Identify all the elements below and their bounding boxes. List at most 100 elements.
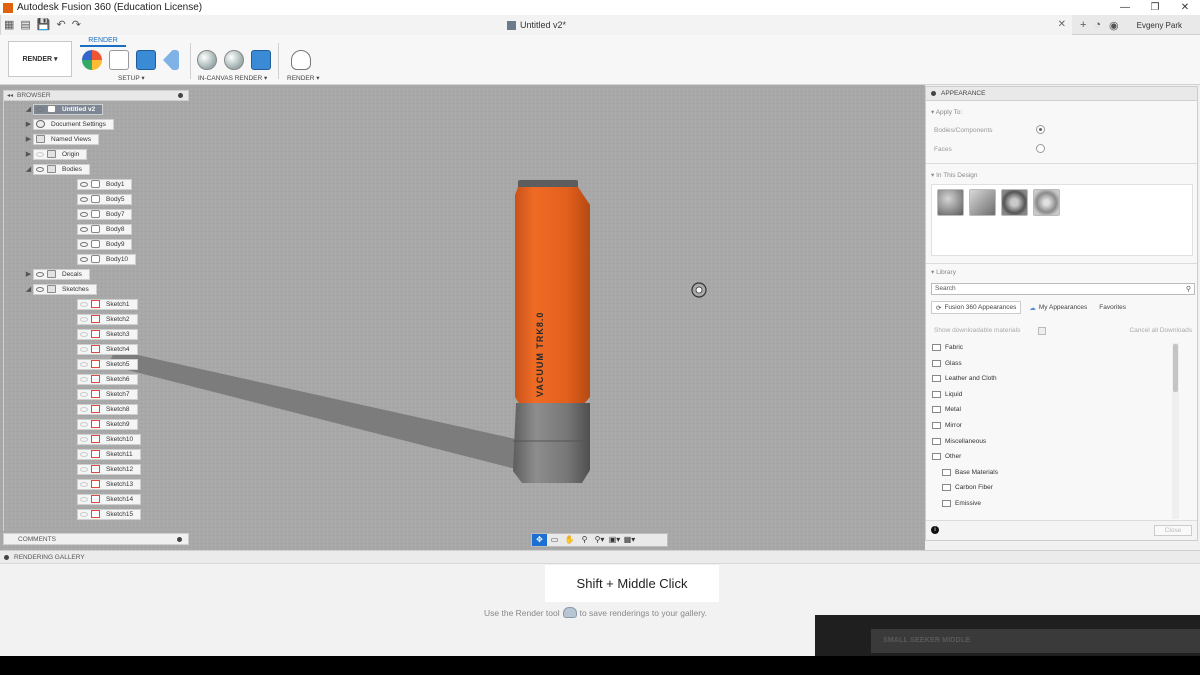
visibility-eye-icon[interactable] [80,421,88,427]
tab-favorites[interactable]: Favorites [1095,301,1130,314]
library-subcategory-item[interactable]: Emissive [942,500,981,507]
new-tab-icon[interactable]: + [1080,19,1086,31]
visibility-eye-icon[interactable] [80,346,88,352]
tree-node-label[interactable]: Decals [33,268,90,280]
tree-node-label[interactable]: Document Settings [33,118,114,130]
visibility-eye-icon[interactable] [80,361,88,367]
library-subcategory-item[interactable]: Carbon Fiber [942,484,993,492]
tree-node-label[interactable]: Sketch15 [77,508,142,520]
sketch-node[interactable]: Sketch6 [26,373,138,385]
document-tab[interactable]: Untitled v2* ✕ [0,15,1072,35]
visibility-eye-icon[interactable] [80,511,88,517]
tree-node-label[interactable]: Body9 [77,238,133,250]
setup-group-label[interactable]: SETUP ▾ [118,74,145,82]
sketch-node[interactable]: Sketch8 [26,403,138,415]
look-at-icon[interactable]: ▭ [547,534,562,546]
visibility-eye-icon[interactable] [36,166,44,172]
tree-node-label[interactable]: Sketch10 [77,433,142,445]
workspace-switcher[interactable]: RENDER ▾ [8,41,72,77]
render-teapot-icon[interactable] [291,50,311,70]
close-tab-icon[interactable]: ✕ [1058,19,1066,30]
in-this-design-section[interactable]: ▾ In This Design [931,171,978,179]
collapse-arrow-icon[interactable]: ◢ [24,285,33,293]
tree-node-label[interactable]: Sketch8 [77,403,138,415]
tree-node-label[interactable]: Sketch4 [77,343,138,355]
file-menu-icon[interactable]: ▤ [20,18,30,31]
comments-add-icon[interactable] [177,537,182,542]
visibility-eye-icon[interactable] [36,286,44,292]
body-node[interactable]: Body10 [26,253,137,265]
visibility-eye-icon[interactable] [80,496,88,502]
library-search-input[interactable]: Search ⚲ [931,283,1195,295]
tree-node-label[interactable]: Body5 [77,193,133,205]
visibility-eye-icon[interactable] [80,451,88,457]
capture-image-icon[interactable] [251,50,271,70]
browser-header[interactable]: ◂◂ BROWSER [3,90,189,101]
tree-node-label[interactable]: Sketch1 [77,298,138,310]
appearance-header[interactable]: APPEARANCE [926,87,1197,101]
rendering-gallery-header[interactable]: RENDERING GALLERY [0,550,1200,564]
tree-node-label[interactable]: Sketch11 [77,448,141,460]
expand-arrow-icon[interactable]: ▶ [24,150,33,158]
bodies-node[interactable]: ◢ Bodies [4,163,90,175]
search-icon[interactable]: ⚲ [1186,285,1191,295]
appearance-swatch-metal[interactable] [937,189,964,216]
visibility-eye-icon[interactable] [80,316,88,322]
library-category-item[interactable]: Liquid [932,390,962,398]
body-node[interactable]: Body8 [26,223,133,235]
save-icon[interactable]: 💾 [37,18,51,31]
tree-node-label[interactable]: Sketch13 [77,478,142,490]
body-node[interactable]: Body9 [26,238,133,250]
tree-node-label[interactable]: Body10 [77,253,137,265]
sketch-node[interactable]: Sketch3 [26,328,138,340]
library-category-item[interactable]: Glass [932,359,962,367]
tree-node-label[interactable]: Named Views [33,133,99,145]
expand-arrow-icon[interactable]: ▶ [24,120,33,128]
document-settings-node[interactable]: ▶ Document Settings [4,118,114,130]
visibility-eye-icon[interactable] [80,226,88,232]
visibility-eye-icon[interactable] [80,331,88,337]
sketch-node[interactable]: Sketch4 [26,343,138,355]
expand-arrow-icon[interactable]: ▶ [24,270,33,278]
tree-node-label[interactable]: Sketch7 [77,388,138,400]
faces-radio[interactable] [1036,144,1045,153]
close-window-button[interactable]: ✕ [1170,0,1200,15]
sketch-node[interactable]: Sketch7 [26,388,138,400]
undo-icon[interactable]: ↶ [57,18,66,31]
sketch-node[interactable]: Sketch1 [26,298,138,310]
appearance-swatch-rubber[interactable] [1001,189,1028,216]
display-settings-icon[interactable]: ▣▾ [607,534,622,546]
tree-node-label[interactable]: Origin [33,148,88,160]
visibility-eye-icon[interactable] [80,241,88,247]
in-canvas-render-group-label[interactable]: IN-CANVAS RENDER ▾ [198,74,267,82]
tab-render[interactable]: RENDER [80,37,126,47]
collapse-icon[interactable]: ◂◂ [7,92,17,99]
library-category-item[interactable]: Leather and Cloth [932,375,997,383]
sketch-node[interactable]: Sketch2 [26,313,138,325]
browser-root-node[interactable]: ◢ Untitled v2 [4,103,104,115]
show-downloadable-checkbox[interactable] [1038,327,1046,335]
appearance-swatch-plastic[interactable] [969,189,996,216]
expand-arrow-icon[interactable]: ▶ [24,135,33,143]
info-icon[interactable]: i [931,526,939,534]
body-node[interactable]: Body5 [26,193,133,205]
sketch-node[interactable]: Sketch11 [26,448,141,460]
in-canvas-render-icon[interactable] [197,50,217,70]
tree-node-label[interactable]: Sketch5 [77,358,138,370]
tree-node-label[interactable]: Body8 [77,223,133,235]
tree-node-label[interactable]: Sketch9 [77,418,138,430]
cancel-downloads-link[interactable]: Cancel all Downloads [1129,327,1192,334]
sketch-node[interactable]: Sketch13 [26,478,142,490]
tree-node-label[interactable]: Sketch14 [77,493,142,505]
appearance-icon[interactable] [82,50,102,70]
sketch-node[interactable]: Sketch9 [26,418,138,430]
scene-settings-icon[interactable] [109,50,129,70]
job-status-icon[interactable]: ◔ [1094,19,1101,31]
render-settings-icon[interactable] [224,50,244,70]
collapse-arrow-icon[interactable]: ◢ [24,105,33,113]
visibility-eye-icon[interactable] [80,256,88,262]
sketch-node[interactable]: Sketch10 [26,433,142,445]
notifications-icon[interactable]: ◉ [1109,19,1119,32]
tree-node-label[interactable]: Sketch2 [77,313,138,325]
library-category-item[interactable]: Other [932,453,961,461]
